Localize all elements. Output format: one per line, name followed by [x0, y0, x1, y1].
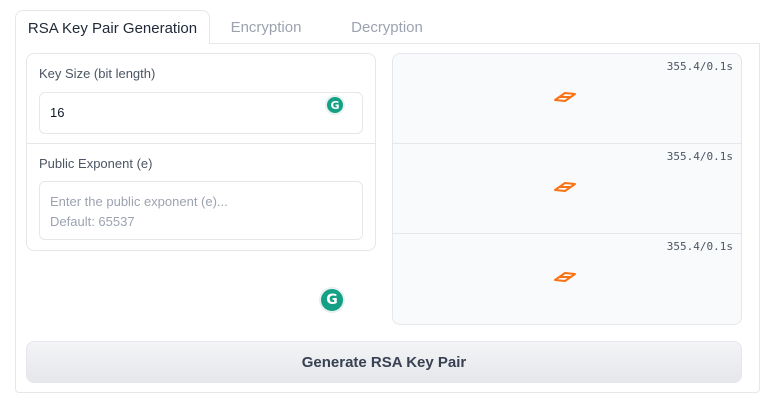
progress-timer: 355.4/0.1s	[666, 60, 733, 73]
output-panel: 355.4/0.1s 355.4/0.1s 355.4/0.1s	[392, 53, 742, 325]
key-size-block: Key Size (bit length) 16 G	[27, 54, 375, 144]
tab-panel: Key Size (bit length) 16 G Public Expone…	[15, 43, 760, 393]
public-exponent-block: Public Exponent (e) Enter the public exp…	[27, 144, 375, 313]
public-exponent-input[interactable]: Enter the public exponent (e)... Default…	[39, 181, 363, 240]
tab-encryption[interactable]: Encryption	[215, 10, 317, 44]
output-cell: 355.4/0.1s	[393, 234, 741, 324]
output-cell: 355.4/0.1s	[393, 144, 741, 234]
progress-timer: 355.4/0.1s	[666, 240, 733, 253]
key-size-input[interactable]: 16	[39, 92, 363, 134]
public-exponent-placeholder-default: Default: 65537	[50, 214, 135, 229]
loading-icon	[554, 182, 576, 192]
generate-rsa-key-pair-button[interactable]: Generate RSA Key Pair	[26, 341, 742, 383]
loading-icon	[554, 92, 576, 102]
input-form: Key Size (bit length) 16 G Public Expone…	[26, 53, 376, 313]
grammarly-icon[interactable]: G	[325, 95, 345, 115]
key-size-label: Key Size (bit length)	[39, 66, 156, 81]
tab-bar: RSA Key Pair Generation Encryption Decry…	[15, 10, 760, 44]
tab-rsa-key-pair-generation[interactable]: RSA Key Pair Generation	[15, 10, 210, 44]
output-cell: 355.4/0.1s	[393, 54, 741, 144]
tab-decryption[interactable]: Decryption	[327, 10, 447, 44]
public-exponent-label: Public Exponent (e)	[39, 156, 153, 171]
grammarly-icon[interactable]: G	[319, 287, 345, 313]
loading-icon	[554, 272, 576, 282]
public-exponent-placeholder: Enter the public exponent (e)...	[50, 194, 228, 209]
progress-timer: 355.4/0.1s	[666, 150, 733, 163]
